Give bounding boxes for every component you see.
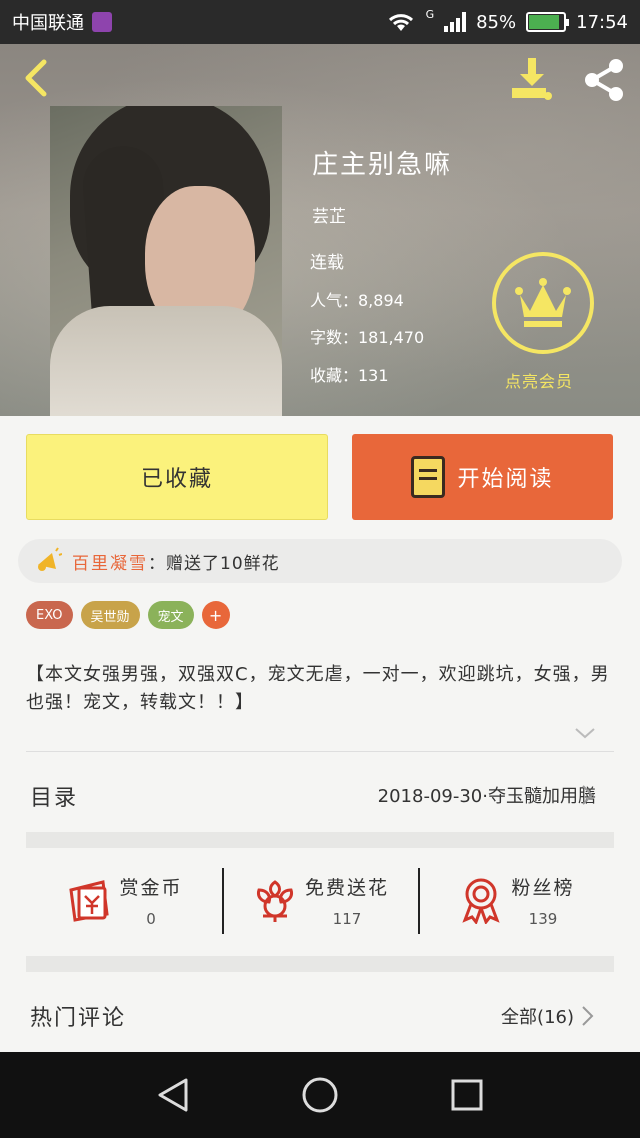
tag-wu-shixun[interactable]: 吴世勋 bbox=[80, 601, 140, 629]
free-flower-label: 免费送花 bbox=[304, 876, 389, 899]
start-reading-button[interactable]: 开始阅读 bbox=[352, 434, 613, 520]
sim-card-icon bbox=[92, 12, 112, 32]
triangle-back-icon bbox=[158, 1078, 188, 1112]
download-button[interactable] bbox=[508, 56, 556, 104]
book-author[interactable]: 芸芷 bbox=[312, 202, 346, 227]
book-status: 连载 bbox=[310, 253, 344, 273]
favorited-button[interactable]: 已收藏 bbox=[26, 434, 328, 520]
fan-ranking-label: 粉丝榜 bbox=[511, 876, 575, 899]
book-description: 【本文女强男强，双强双C，宠文无虐，一对一，欢迎跳坑，女强，男也强！宠文，转载文… bbox=[26, 664, 610, 713]
crown-icon bbox=[515, 278, 571, 327]
wifi-icon bbox=[388, 14, 413, 31]
favorites-stat: 收藏：131 bbox=[310, 366, 389, 385]
gift-text: ：赠送了10鲜花 bbox=[148, 553, 280, 574]
chevron-right-icon[interactable] bbox=[578, 1004, 596, 1028]
reward-coin-icon bbox=[69, 880, 110, 922]
popularity-stat: 人气：8,894 bbox=[310, 291, 404, 310]
share-icon bbox=[585, 59, 623, 101]
back-arrow-icon bbox=[25, 59, 47, 97]
book-header: 庄主别急嘛 芸芷 连载 人气：8,894 字数：181,470 收藏：131 点… bbox=[0, 44, 640, 416]
vip-button[interactable] bbox=[492, 252, 594, 354]
signal-icon bbox=[444, 12, 467, 32]
chevron-right-icon[interactable] bbox=[578, 783, 596, 807]
download-icon bbox=[512, 58, 552, 100]
tag-exo[interactable]: EXO bbox=[26, 601, 73, 629]
carrier-name: 中国联通 bbox=[12, 13, 84, 34]
book-icon bbox=[411, 456, 446, 498]
reward-coin-count: 0 bbox=[146, 909, 156, 928]
hot-comments-label: 热门评论 bbox=[30, 1006, 127, 1031]
circle-home-icon bbox=[302, 1077, 338, 1113]
network-type: G bbox=[425, 7, 435, 21]
system-nav-bar bbox=[0, 1052, 640, 1138]
section-separator bbox=[26, 832, 614, 848]
fan-ranking-count: 139 bbox=[528, 909, 558, 928]
status-bar-right: G 85% 17:54 bbox=[386, 7, 628, 33]
divider bbox=[26, 751, 614, 752]
reward-coin-button[interactable]: 赏金币 0 bbox=[26, 860, 222, 940]
catalog-label[interactable]: 目录 bbox=[30, 780, 78, 812]
flower-icon bbox=[257, 880, 293, 922]
latest-chapter[interactable]: 2018-09-30·夺玉髓加用膳 bbox=[378, 782, 596, 808]
expand-chevron-icon[interactable] bbox=[574, 722, 596, 744]
ribbon-badge-icon bbox=[462, 878, 501, 924]
nav-back-button[interactable] bbox=[151, 1073, 195, 1117]
add-tag-button[interactable]: + bbox=[201, 601, 230, 629]
horn-icon bbox=[38, 547, 62, 571]
free-flower-count: 117 bbox=[332, 909, 362, 928]
tag-list: EXO 吴世勋 宠文 + bbox=[26, 601, 230, 629]
word-count-stat: 字数：181,470 bbox=[310, 328, 425, 347]
all-comments-link[interactable]: 全部(16) bbox=[501, 1003, 574, 1029]
gift-user[interactable]: 百里凝雪 bbox=[72, 549, 148, 574]
section-separator bbox=[26, 956, 614, 972]
nav-home-button[interactable] bbox=[298, 1073, 342, 1117]
reward-coin-label: 赏金币 bbox=[119, 876, 183, 899]
nav-recents-button[interactable] bbox=[445, 1073, 489, 1117]
status-bar: 中国联通 G 85% 17:54 bbox=[0, 0, 640, 44]
share-button[interactable] bbox=[580, 56, 628, 104]
free-flower-button[interactable]: 免费送花 117 bbox=[222, 860, 418, 940]
start-reading-label: 开始阅读 bbox=[457, 467, 554, 492]
book-cover bbox=[50, 106, 282, 416]
battery-icon bbox=[526, 12, 570, 32]
tag-pet-story[interactable]: 宠文 bbox=[147, 601, 194, 629]
back-button[interactable] bbox=[16, 56, 56, 100]
vip-label[interactable]: 点亮会员 bbox=[505, 368, 573, 392]
square-recents-icon bbox=[451, 1079, 483, 1111]
stats-row: 赏金币 0 免费送花 117 粉丝榜 139 bbox=[26, 860, 614, 940]
gift-notice[interactable]: 百里凝雪 ：赠送了10鲜花 bbox=[18, 539, 622, 583]
fan-ranking-button[interactable]: 粉丝榜 139 bbox=[418, 860, 614, 940]
clock: 17:54 bbox=[576, 11, 628, 33]
battery-percent: 85% bbox=[476, 11, 517, 33]
book-title: 庄主别急嘛 bbox=[312, 150, 453, 180]
